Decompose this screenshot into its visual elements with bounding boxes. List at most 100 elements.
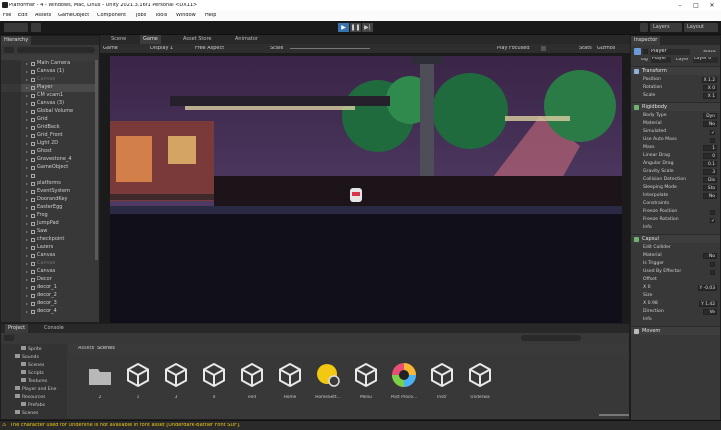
expand-arrow-icon[interactable]: ▸ [26, 84, 28, 92]
menu-edit[interactable]: Edit [18, 13, 28, 18]
asset-item[interactable]: Instr [426, 360, 458, 405]
expand-arrow-icon[interactable]: ▸ [26, 100, 28, 108]
static-toggle[interactable]: Static [703, 50, 716, 55]
mute-icon[interactable] [541, 46, 546, 51]
expand-arrow-icon[interactable]: ▸ [26, 148, 28, 156]
play-button[interactable]: ▶ [338, 23, 349, 32]
rigidbody-row-field[interactable]: 0.1 [703, 161, 717, 167]
expand-arrow-icon[interactable]: ▸ [26, 164, 28, 172]
account-button[interactable] [4, 23, 28, 32]
expand-arrow-icon[interactable]: ▸ [26, 92, 28, 100]
expand-arrow-icon[interactable]: ▸ [26, 108, 28, 116]
hierarchy-search-input[interactable] [17, 47, 95, 53]
rigidbody-row-field[interactable]: Sta [703, 185, 717, 191]
rigidbody-row-checkbox[interactable]: ✓ [710, 217, 715, 223]
menu-window[interactable]: Window [176, 13, 196, 18]
tab-asset-store[interactable]: Asset Store [180, 35, 214, 44]
status-message[interactable]: The character used for Underline is not … [10, 423, 241, 428]
expand-arrow-icon[interactable]: ▸ [26, 252, 28, 260]
tag-dropdown[interactable]: Player [651, 57, 671, 63]
expand-arrow-icon[interactable]: ▸ [26, 60, 28, 68]
tab-game[interactable]: Game [140, 35, 161, 44]
expand-arrow-icon[interactable]: ▸ [26, 260, 28, 268]
menu-assets[interactable]: Assets [35, 13, 51, 18]
expand-arrow-icon[interactable]: ▸ [26, 132, 28, 140]
zoom-slider[interactable] [599, 414, 629, 416]
expand-arrow-icon[interactable]: ▸ [26, 188, 28, 196]
asset-item[interactable]: 4 [198, 360, 230, 405]
expand-arrow-icon[interactable]: ▸ [26, 220, 28, 228]
rigidbody-row-checkbox[interactable] [710, 209, 715, 215]
capsule-collider-row-field[interactable]: Y 1.42 [699, 301, 717, 307]
rigidbody-component-header[interactable]: Rigidbody [631, 102, 720, 111]
expand-arrow-icon[interactable]: ▸ [26, 276, 28, 284]
asset-item[interactable]: Underwa [464, 360, 496, 405]
pause-button[interactable]: ❚❚ [350, 23, 361, 32]
rigidbody-row-field[interactable]: 1 [703, 145, 717, 151]
expand-arrow-icon[interactable]: ▸ [26, 172, 28, 180]
stats-button[interactable]: Stats [579, 46, 592, 51]
rigidbody-row-field[interactable]: 0 [703, 153, 717, 159]
expand-arrow-icon[interactable]: ▸ [26, 76, 28, 84]
expand-arrow-icon[interactable]: ▸ [26, 124, 28, 132]
expand-arrow-icon[interactable]: ▸ [26, 300, 28, 308]
game-mode-dropdown[interactable]: Game [103, 46, 118, 51]
minimize-button[interactable]: – [674, 1, 686, 10]
menu-tools[interactable]: Tools [155, 13, 167, 18]
transform-row-field[interactable]: X 0 [703, 85, 717, 91]
aspect-dropdown[interactable]: Free Aspect [195, 46, 224, 51]
rigidbody-row-field[interactable]: 3 [703, 169, 717, 175]
expand-arrow-icon[interactable]: ▸ [26, 212, 28, 220]
layers-dropdown[interactable]: Layers [650, 23, 682, 32]
gizmos-dropdown[interactable]: Gizmos [597, 46, 615, 51]
expand-arrow-icon[interactable]: ▸ [26, 156, 28, 164]
active-checkbox[interactable] [643, 49, 648, 54]
expand-arrow-icon[interactable]: ▸ [26, 308, 28, 316]
asset-item[interactable]: 2 [84, 360, 116, 405]
tab-inspector[interactable]: Inspector [631, 36, 661, 45]
step-button[interactable]: ▶| [362, 23, 373, 32]
rigidbody-row-checkbox[interactable] [710, 137, 715, 143]
close-button[interactable]: ✕ [706, 1, 718, 10]
rigidbody-row-field[interactable]: Dis [703, 177, 717, 183]
add-object-button[interactable] [4, 47, 14, 53]
transform-row-field[interactable]: X 1.2 [701, 77, 717, 83]
maximize-button[interactable]: □ [690, 1, 702, 10]
expand-arrow-icon[interactable]: ▸ [26, 292, 28, 300]
rigidbody-row-field[interactable]: No [703, 193, 717, 199]
menu-help[interactable]: Help [205, 13, 216, 18]
object-name-field[interactable]: Player [650, 49, 690, 55]
rigidbody-row-field[interactable]: Dyn [703, 113, 717, 119]
menu-component[interactable]: Component [97, 13, 126, 18]
capsule-collider-row-checkbox[interactable] [710, 261, 715, 267]
tab-animator[interactable]: Animator [232, 35, 261, 44]
transform-row-field[interactable]: X 1 [703, 93, 717, 99]
transform-component-header[interactable]: Transform [631, 66, 720, 75]
cloud-icon[interactable] [31, 23, 41, 32]
capsule-collider-row-field[interactable]: Ve [703, 309, 717, 315]
rigidbody-row-field[interactable]: No [703, 121, 717, 127]
expand-arrow-icon[interactable]: ▸ [26, 236, 28, 244]
display-dropdown[interactable]: Display 1 [150, 46, 173, 51]
menu-file[interactable]: File [3, 13, 11, 18]
expand-arrow-icon[interactable]: ▸ [26, 284, 28, 292]
capsule-collider-component-header[interactable]: Capsul [631, 234, 720, 243]
scale-slider[interactable] [290, 48, 370, 49]
expand-arrow-icon[interactable]: ▸ [26, 140, 28, 148]
play-focused-dropdown[interactable]: Play Focused [497, 46, 530, 51]
expand-arrow-icon[interactable]: ▸ [26, 196, 28, 204]
expand-arrow-icon[interactable]: ▸ [26, 180, 28, 188]
hierarchy-scrollbar[interactable] [95, 60, 98, 260]
asset-item[interactable]: end [236, 360, 268, 405]
expand-arrow-icon[interactable]: ▸ [26, 116, 28, 124]
expand-arrow-icon[interactable]: ▸ [26, 68, 28, 76]
asset-item[interactable]: Post Proce... [388, 360, 420, 405]
expand-arrow-icon[interactable]: ▸ [26, 228, 28, 236]
asset-item[interactable]: Menu [350, 360, 382, 405]
tab-scene[interactable]: Scene [108, 35, 129, 44]
rigidbody-row-checkbox[interactable]: ✓ [710, 129, 715, 135]
asset-item[interactable]: Home [274, 360, 306, 405]
menu-jobs[interactable]: Jobs [136, 13, 146, 18]
asset-item[interactable]: 3 [160, 360, 192, 405]
expand-arrow-icon[interactable]: ▸ [26, 244, 28, 252]
